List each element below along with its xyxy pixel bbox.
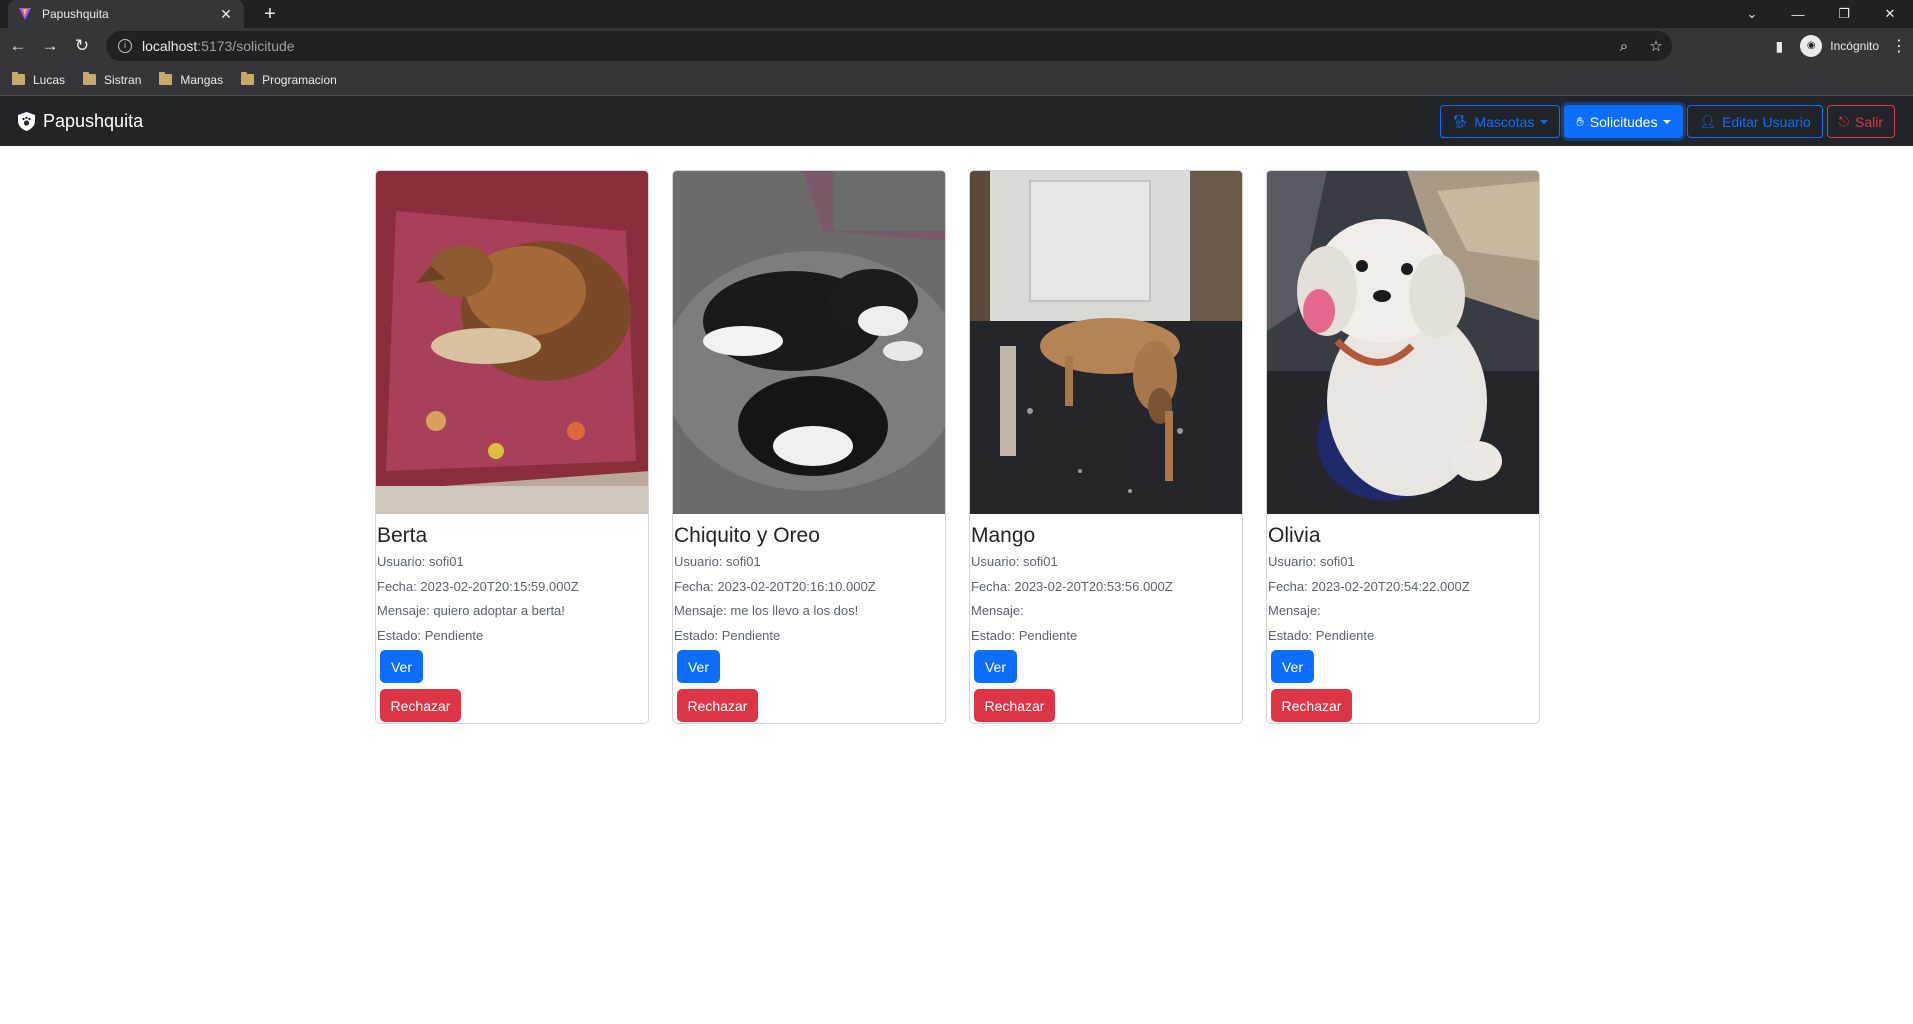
estado-text: Estado: Pendiente	[377, 627, 484, 643]
folder-icon	[12, 72, 25, 85]
mensaje-text: Mensaje:	[971, 603, 1024, 618]
salir-label: Salir	[1854, 113, 1883, 130]
vite-favicon-icon	[19, 8, 31, 20]
brand-name: Papushquita	[43, 110, 144, 131]
browser-toolbar: ← → ↻ i localhost:5173/solicitude ⌕ ☆ ▮ …	[0, 28, 1913, 64]
usuario-text: Usuario: sofi01	[377, 554, 464, 569]
solicitudes-list: Berta Usuario: sofi01 Fecha: 2023-02-20T…	[375, 170, 1540, 724]
address-bar[interactable]: i localhost:5173/solicitude ⌕ ☆	[106, 31, 1672, 61]
ver-button[interactable]: Ver	[974, 650, 1017, 683]
usuario-text: Usuario: sofi01	[971, 554, 1058, 569]
bookmark-folder-lucas[interactable]: Lucas	[12, 72, 66, 87]
rechazar-button[interactable]: Rechazar	[380, 689, 461, 722]
rechazar-button[interactable]: Rechazar	[1271, 689, 1352, 722]
mensaje-text: Mensaje: me los llevo a los dos!	[674, 603, 859, 618]
minimize-icon[interactable]: —	[1775, 7, 1821, 22]
url-path: :5173/solicitude	[197, 38, 295, 54]
url-host: localhost	[142, 38, 198, 54]
solicitudes-dropdown[interactable]: ✋︎ Solicitudes	[1564, 105, 1684, 138]
solicitud-card-berta: Berta Usuario: sofi01 Fecha: 2023-02-20T…	[375, 170, 649, 724]
window-close-icon[interactable]: ✕	[1867, 6, 1913, 22]
solicitudes-label: Solicitudes	[1589, 113, 1658, 130]
mensaje-text: Mensaje:	[1268, 603, 1321, 618]
rechazar-button[interactable]: Rechazar	[974, 689, 1055, 722]
mensaje-text: Mensaje: quiero adoptar a berta!	[377, 603, 565, 618]
bookmark-label: Programacion	[262, 72, 337, 87]
solicitud-card-chiquito-y-oreo: Chiquito y Oreo Usuario: sofi01 Fecha: 2…	[672, 170, 946, 724]
bookmark-star-icon[interactable]: ☆	[1640, 37, 1672, 55]
fecha-text: Fecha: 2023-02-20T20:54:22.000Z	[1268, 578, 1470, 594]
pet-name: Mango	[971, 524, 1036, 547]
salir-button[interactable]: ⎋ Salir	[1826, 105, 1895, 138]
new-tab-icon[interactable]: +	[258, 2, 282, 26]
forward-icon[interactable]: →	[36, 32, 64, 60]
nav-actions: 🐕︎ Mascotas ✋︎ Solicitudes 👤︎ Editar Usu…	[1439, 105, 1895, 138]
side-panel-icon[interactable]: ▮	[1764, 38, 1794, 55]
editar-label: Editar Usuario	[1721, 113, 1811, 130]
bookmark-folder-programacion[interactable]: Programacion	[241, 72, 337, 87]
pet-name: Olivia	[1268, 524, 1321, 547]
bookmark-label: Sistran	[104, 72, 142, 87]
pet-photo-mango	[970, 171, 1242, 514]
folder-icon	[159, 72, 173, 85]
close-tab-icon[interactable]: ✕	[218, 6, 234, 23]
rechazar-button[interactable]: Rechazar	[677, 689, 758, 722]
shield-paw-icon	[18, 111, 35, 131]
incognito-icon: ◉	[1800, 35, 1823, 57]
pet-photo-olivia	[1267, 171, 1539, 514]
restore-icon[interactable]: ❐	[1821, 6, 1867, 22]
usuario-text: Usuario: sofi01	[1268, 554, 1355, 569]
pet-name: Chiquito y Oreo	[674, 524, 820, 547]
zoom-icon[interactable]: ⌕	[1608, 38, 1640, 55]
fecha-text: Fecha: 2023-02-20T20:53:56.000Z	[971, 578, 1173, 594]
estado-text: Estado: Pendiente	[971, 627, 1078, 643]
editar-usuario-button[interactable]: 👤︎ Editar Usuario	[1687, 105, 1823, 138]
bookmarks-bar: Lucas Sistran Mangas Programacion	[0, 64, 1913, 96]
pet-name: Berta	[377, 524, 428, 547]
mascotas-dropdown[interactable]: 🐕︎ Mascotas	[1439, 105, 1561, 138]
browser-tabstrip: Papushquita ✕ + ⌄ — ❐ ✕	[0, 0, 1913, 28]
estado-text: Estado: Pendiente	[1268, 627, 1375, 643]
tab-title: Papushquita	[42, 7, 109, 21]
site-info-icon[interactable]: i	[118, 39, 132, 53]
window-controls: ⌄ — ❐ ✕	[1729, 0, 1913, 28]
estado-text: Estado: Pendiente	[674, 627, 781, 643]
fecha-text: Fecha: 2023-02-20T20:15:59.000Z	[377, 578, 579, 594]
tab-search-icon[interactable]: ⌄	[1729, 6, 1775, 22]
caret-down-icon	[1663, 119, 1672, 124]
ver-button[interactable]: Ver	[677, 650, 720, 683]
solicitud-card-mango: Mango Usuario: sofi01 Fecha: 2023-02-20T…	[969, 170, 1243, 724]
profile-label: Incógnito	[1830, 39, 1879, 53]
hand-holding-heart-icon: ✋︎	[1576, 113, 1584, 129]
bookmark-label: Mangas	[180, 72, 224, 87]
pet-photo-chiquito-y-oreo	[673, 171, 945, 514]
bookmark-label: Lucas	[33, 72, 66, 87]
folder-icon	[241, 72, 255, 85]
ver-button[interactable]: Ver	[380, 650, 423, 683]
browser-menu-icon[interactable]: ⋮	[1885, 36, 1913, 56]
fecha-text: Fecha: 2023-02-20T20:16:10.000Z	[674, 578, 876, 594]
dog-icon: 🐕︎	[1451, 113, 1469, 129]
browser-tab[interactable]: Papushquita ✕	[8, 0, 244, 28]
solicitud-card-olivia: Olivia Usuario: sofi01 Fecha: 2023-02-20…	[1266, 170, 1540, 724]
ver-button[interactable]: Ver	[1271, 650, 1314, 683]
back-icon[interactable]: ←	[4, 32, 32, 60]
bookmark-folder-sistran[interactable]: Sistran	[83, 72, 142, 87]
folder-icon	[83, 72, 97, 85]
bookmark-folder-mangas[interactable]: Mangas	[159, 72, 224, 87]
sign-out-icon: ⎋	[1838, 113, 1849, 129]
caret-down-icon	[1540, 119, 1549, 124]
pet-photo-berta	[376, 171, 648, 514]
incognito-profile[interactable]: ◉ Incógnito	[1794, 35, 1885, 57]
app-navbar: Papushquita 🐕︎ Mascotas ✋︎ Solicitudes 👤…	[0, 96, 1913, 146]
usuario-text: Usuario: sofi01	[674, 554, 761, 569]
brand[interactable]: Papushquita	[18, 111, 143, 132]
user-icon: 👤︎	[1699, 113, 1716, 129]
reload-icon[interactable]: ↻	[68, 32, 96, 60]
mascotas-label: Mascotas	[1474, 113, 1535, 130]
